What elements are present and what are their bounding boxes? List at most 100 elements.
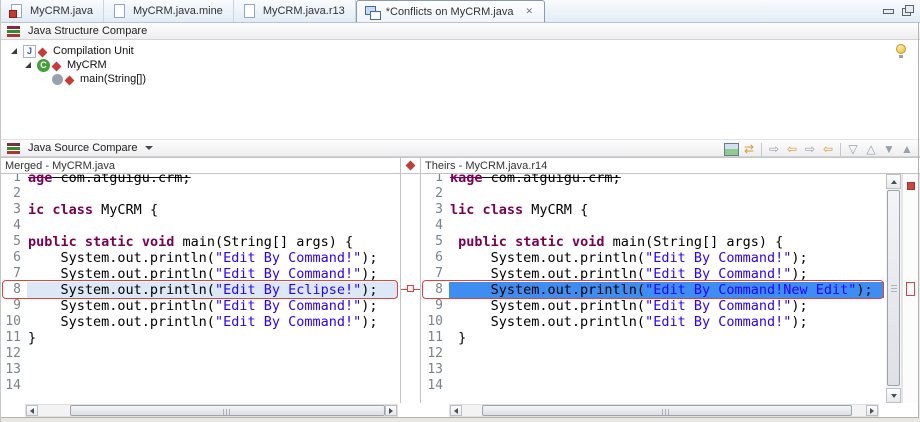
code-line[interactable]: public static void main(String[] args) { <box>450 234 783 250</box>
right-pane-title: Theirs - MyCRM.java.r14 <box>425 159 548 172</box>
expander-icon[interactable] <box>25 62 31 68</box>
scroll-right-button[interactable] <box>385 405 397 416</box>
source-compare-title[interactable]: Java Source Compare <box>28 142 137 154</box>
horizontal-scrollbar-thumb[interactable] <box>482 405 852 416</box>
tab-label: MyCRM.java <box>30 5 93 17</box>
code-token: static <box>515 234 564 250</box>
scroll-left-button[interactable] <box>450 405 462 416</box>
merged-code-pane[interactable]: 1 age com.atguigu.crm; 2 3 ic class MyCRM {4… <box>1 174 401 403</box>
code-token: com.atguigu.crm; <box>482 174 621 186</box>
code-line[interactable]: public static void main(String[] args) { <box>28 234 353 250</box>
code-line[interactable]: System.out.println("Edit By Command!"); <box>450 250 808 266</box>
vertical-scrollbar-thumb[interactable] <box>887 190 900 386</box>
java-file-error-icon <box>9 4 24 18</box>
switch-compare-viewer-button[interactable] <box>722 141 740 157</box>
arrow-right-icon <box>389 407 393 414</box>
close-icon[interactable]: ✕ <box>522 5 536 18</box>
line-number: 12 <box>5 346 21 361</box>
tab-mycrm-java[interactable]: MyCRM.java <box>1 0 104 22</box>
arrow-left-icon <box>454 407 458 414</box>
code-line[interactable]: ic class MyCRM { <box>28 202 158 218</box>
line-number: 6 <box>435 250 443 265</box>
line-number: 4 <box>13 218 21 233</box>
conflict-diamond-icon <box>64 75 75 85</box>
swap-left-and-right-button[interactable]: ⇄ <box>740 141 758 157</box>
diff-connector-handle[interactable] <box>407 285 414 292</box>
tab-conflicts-on-mycrm-java[interactable]: *Conflicts on MyCRM.java ✕ <box>355 0 546 22</box>
tree-item-compilation-unit[interactable]: J Compilation Unit <box>11 44 134 58</box>
code-line[interactable]: kage com.atguigu.crm; <box>450 174 621 186</box>
code-line[interactable]: System.out.println("Edit By Command!"); <box>28 314 378 330</box>
copy-current-change-from-left-to-right-button[interactable]: ⇨ <box>801 141 819 157</box>
code-line[interactable]: lic class MyCRM { <box>450 202 588 218</box>
code-token: MyCRM { <box>93 202 159 218</box>
right-horizontal-scrollbar[interactable] <box>449 404 879 417</box>
line-number: 13 <box>427 362 443 377</box>
previous-difference-button[interactable]: △ <box>862 141 880 157</box>
overview-ruler[interactable] <box>902 174 918 403</box>
code-token: static <box>84 234 134 250</box>
line-number: 1 <box>435 174 443 185</box>
previous-change-button[interactable]: ▲ <box>898 141 916 157</box>
copy-all-non-conflicting-from-right-to-left-button[interactable]: ⇦ <box>783 141 801 157</box>
copy-current-change-from-right-to-left-button[interactable]: ⇦ <box>819 141 837 157</box>
code-token: "Edit By Command!" <box>214 298 362 314</box>
scroll-left-button[interactable] <box>26 405 38 416</box>
code-token: System.out.println( <box>450 314 646 330</box>
compare-editor-window: MyCRM.java MyCRM.java.mine MyCRM.java.r13 *… <box>0 0 920 422</box>
next-change-button[interactable]: ▼ <box>880 141 898 157</box>
overview-summary-marker[interactable] <box>907 182 915 190</box>
scroll-up-button[interactable] <box>886 174 901 189</box>
conflict-outline <box>2 280 398 299</box>
left-horizontal-scrollbar[interactable] <box>25 404 398 417</box>
conflict-diamond-icon <box>37 47 48 57</box>
code-line[interactable]: age com.atguigu.crm; <box>28 174 191 186</box>
maximize-icon[interactable] <box>902 5 914 16</box>
line-number: 14 <box>5 378 21 393</box>
right-pane-header: Theirs - MyCRM.java.r14 <box>420 157 920 174</box>
tree-item-main-string[interactable]: main(String[]) <box>39 72 146 86</box>
conflict-diamond-icon <box>51 61 62 71</box>
tab-mycrm-java-r13[interactable]: MyCRM.java.r13 <box>234 0 356 22</box>
line-number: 12 <box>427 346 443 361</box>
code-line[interactable]: } <box>28 330 36 346</box>
code-token: } <box>28 330 37 346</box>
source-compare-toolbar: ⇄ ⇨ ⇦ ⇨ ⇦ ▽ △ ▼ ▲ <box>722 140 916 158</box>
chevron-down-icon[interactable] <box>145 146 154 150</box>
code-line[interactable]: System.out.println("Edit By Command!"); <box>28 298 378 314</box>
minimize-icon[interactable] <box>882 5 894 15</box>
code-line[interactable]: System.out.println("Edit By Command!"); <box>28 250 378 266</box>
code-token: MyCRM { <box>523 202 589 218</box>
code-line[interactable]: } <box>450 330 466 346</box>
line-number: 13 <box>5 362 21 377</box>
code-line[interactable]: System.out.println("Edit By Command!"); <box>450 298 808 314</box>
tab-label: *Conflicts on MyCRM.java <box>385 5 514 18</box>
class-icon: C <box>37 58 50 72</box>
expander-icon[interactable] <box>11 48 17 54</box>
structure-compare-tree: J Compilation Unit C MyCRM main(String[]) <box>1 40 920 139</box>
compare-stack-icon <box>7 25 20 29</box>
next-difference-button[interactable]: ▽ <box>844 141 862 157</box>
line-number: 2 <box>13 186 21 201</box>
line-number: 11 <box>5 330 21 345</box>
lightbulb-icon[interactable] <box>896 44 906 58</box>
overview-conflict-marker[interactable] <box>906 282 915 296</box>
code-token: System.out.println( <box>28 250 215 266</box>
scroll-down-button[interactable] <box>886 388 901 403</box>
code-line[interactable]: System.out.println("Edit By Command!"); <box>450 314 808 330</box>
horizontal-scrollbar-thumb[interactable] <box>70 405 385 416</box>
code-token: public <box>458 234 507 250</box>
tab-mycrm-java-mine[interactable]: MyCRM.java.mine <box>104 0 234 22</box>
theirs-code-pane[interactable]: 1 kage com.atguigu.crm; 2 3 lic class MyCRM … <box>420 174 886 403</box>
arrow-up-icon <box>890 179 897 184</box>
tree-item-mycrm[interactable]: C MyCRM <box>25 58 107 72</box>
tree-item-label: main(String[]) <box>80 73 147 85</box>
conflict-diamond-icon <box>405 160 416 171</box>
copy-all-from-left-to-right-button[interactable]: ⇨ <box>765 141 783 157</box>
code-token: System.out.println( <box>450 250 646 266</box>
code-token: ic <box>28 202 45 218</box>
vertical-scrollbar[interactable] <box>886 174 901 403</box>
code-token: System.out.println( <box>450 298 646 314</box>
scroll-right-button[interactable] <box>866 405 878 416</box>
